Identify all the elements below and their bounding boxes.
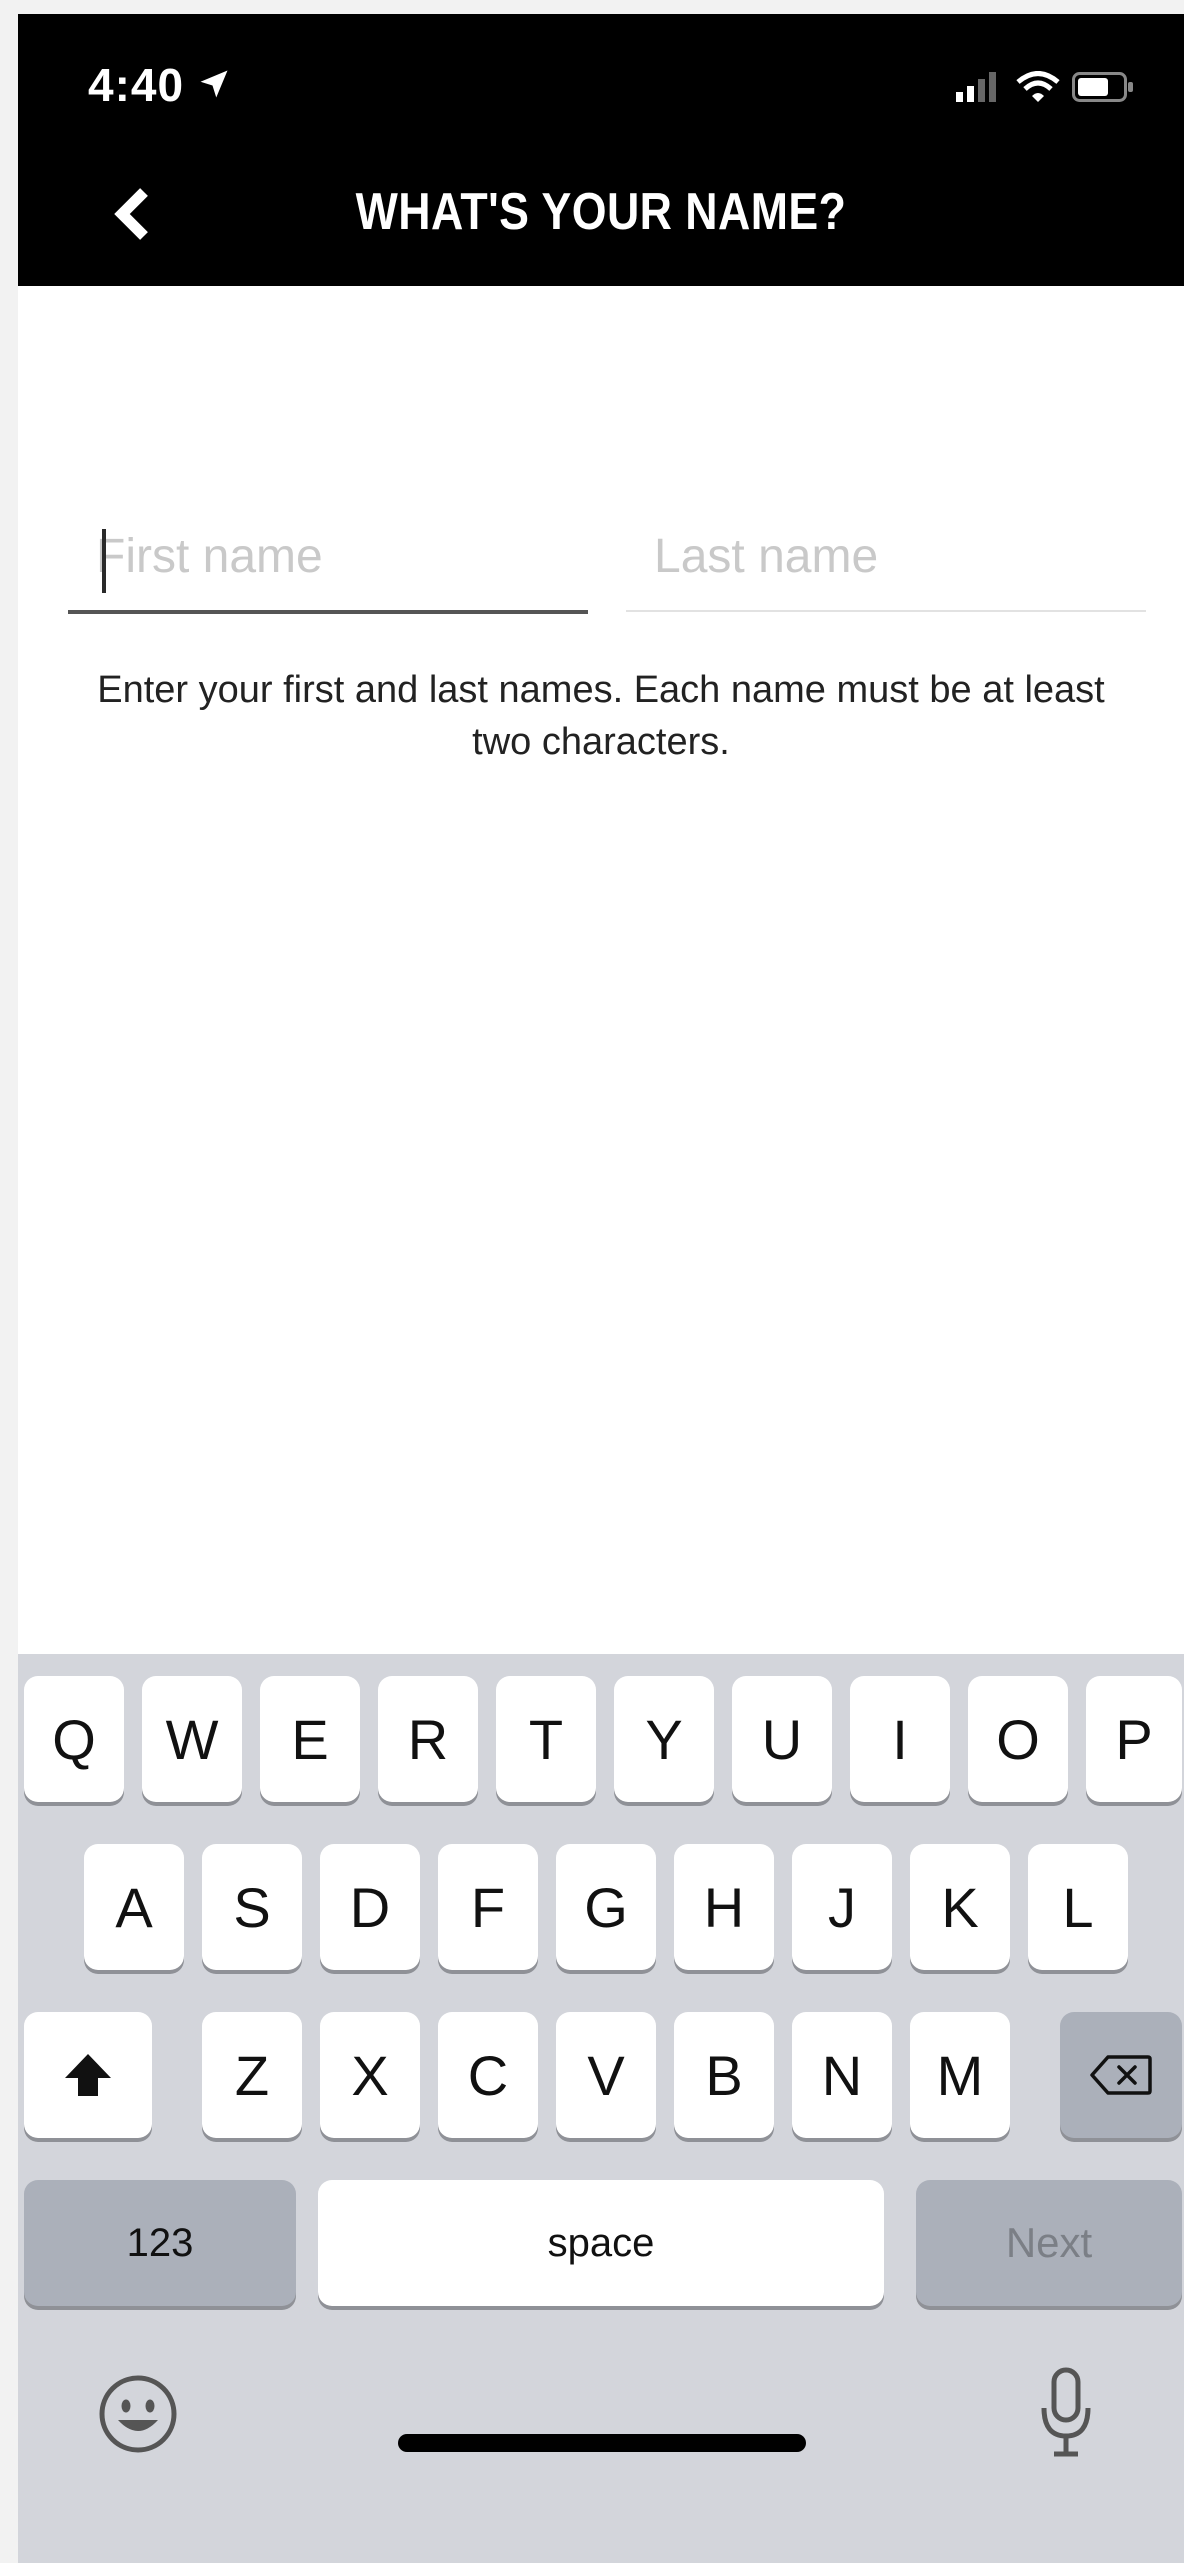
microphone-icon	[1041, 2367, 1091, 2457]
key-v[interactable]: V	[556, 2012, 656, 2138]
keyboard: Q W E R T Y U I O P A S D F G H J K L Z …	[18, 1654, 1184, 2563]
phone-screen: 4:40 WHAT'S YOUR NAME? First name Last n…	[18, 14, 1184, 2563]
key-p[interactable]: P	[1086, 1676, 1182, 1802]
key-c[interactable]: C	[438, 2012, 538, 2138]
last-name-input[interactable]	[626, 514, 1146, 598]
key-q[interactable]: Q	[24, 1676, 124, 1802]
key-i[interactable]: I	[850, 1676, 950, 1802]
signal-icon	[956, 72, 996, 102]
key-f[interactable]: F	[438, 1844, 538, 1970]
emoji-button[interactable]	[96, 2372, 180, 2456]
key-b[interactable]: B	[674, 2012, 774, 2138]
emoji-icon	[99, 2375, 177, 2453]
shift-key[interactable]	[24, 2012, 152, 2138]
wifi-icon	[1016, 71, 1060, 102]
page-title: WHAT'S YOUR NAME?	[355, 183, 847, 241]
backspace-key[interactable]	[1060, 2012, 1182, 2138]
next-key[interactable]: Next	[916, 2180, 1182, 2306]
key-y[interactable]: Y	[614, 1676, 714, 1802]
key-o[interactable]: O	[968, 1676, 1068, 1802]
key-x[interactable]: X	[320, 2012, 420, 2138]
key-m[interactable]: M	[910, 2012, 1010, 2138]
key-r[interactable]: R	[378, 1676, 478, 1802]
home-indicator[interactable]	[398, 2434, 806, 2452]
status-icons	[956, 71, 1134, 102]
backspace-icon	[1090, 2055, 1152, 2095]
first-name-input[interactable]	[68, 514, 588, 598]
key-t[interactable]: T	[496, 1676, 596, 1802]
header-bar: 4:40 WHAT'S YOUR NAME?	[18, 14, 1184, 286]
battery-icon	[1072, 72, 1133, 102]
key-w[interactable]: W	[142, 1676, 242, 1802]
location-arrow-icon	[200, 70, 228, 98]
space-key[interactable]: space	[318, 2180, 884, 2306]
key-a[interactable]: A	[84, 1844, 184, 1970]
key-h[interactable]: H	[674, 1844, 774, 1970]
key-d[interactable]: D	[320, 1844, 420, 1970]
name-hint-text: Enter your first and last names. Each na…	[97, 669, 1105, 763]
key-u[interactable]: U	[732, 1676, 832, 1802]
key-n[interactable]: N	[792, 2012, 892, 2138]
status-time: 4:40	[88, 59, 185, 111]
key-s[interactable]: S	[202, 1844, 302, 1970]
key-g[interactable]: G	[556, 1844, 656, 1970]
shift-arrow-icon	[65, 2054, 111, 2096]
key-e[interactable]: E	[260, 1676, 360, 1802]
last-name-field[interactable]	[626, 514, 1146, 612]
key-l[interactable]: L	[1028, 1844, 1128, 1970]
numbers-key[interactable]: 123	[24, 2180, 296, 2306]
key-k[interactable]: K	[910, 1844, 1010, 1970]
first-name-field[interactable]	[68, 514, 588, 614]
text-caret	[102, 529, 106, 593]
key-j[interactable]: J	[792, 1844, 892, 1970]
key-z[interactable]: Z	[202, 2012, 302, 2138]
dictation-button[interactable]	[1038, 2366, 1094, 2462]
